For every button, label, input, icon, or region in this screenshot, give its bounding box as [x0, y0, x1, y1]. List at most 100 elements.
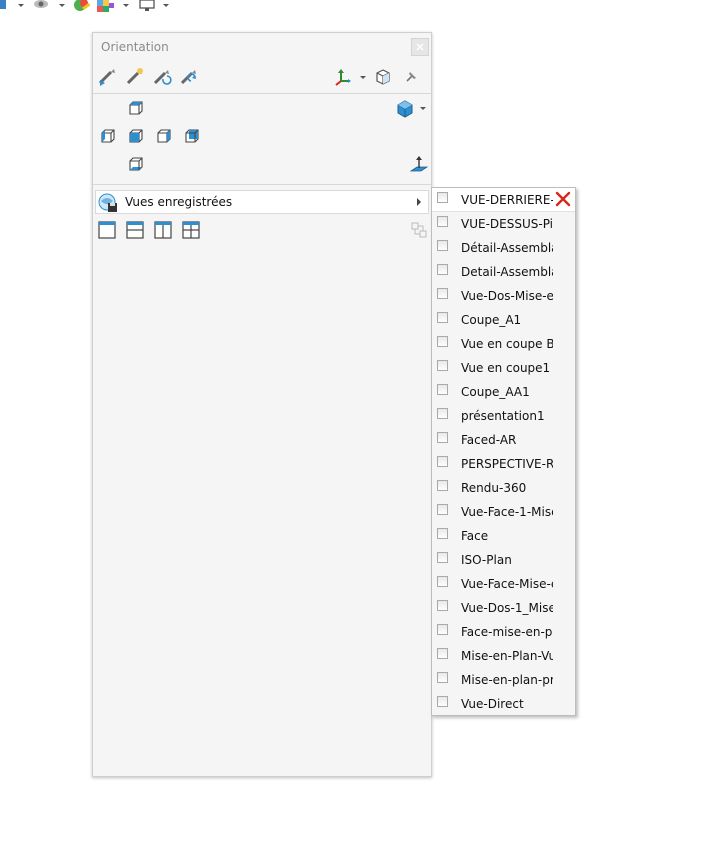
top-toolbar [0, 0, 703, 14]
saved-view-checkbox[interactable] [437, 600, 448, 611]
chevron-down-icon[interactable] [162, 2, 170, 10]
saved-view-item[interactable]: Coupe_AA1 [432, 380, 575, 404]
saved-view-item[interactable]: PERSPECTIVE-REI [432, 452, 575, 476]
saved-view-label: Face-mise-en-pla [461, 625, 553, 639]
chevron-down-icon[interactable] [58, 2, 66, 10]
saved-views-label: Vues enregistrées [125, 195, 233, 209]
saved-view-item[interactable]: VUE-DERRIERE-Pi [432, 188, 575, 212]
saved-view-label: Vue-Face-Mise-e [461, 577, 553, 591]
saved-view-item[interactable]: Face-mise-en-pla [432, 620, 575, 644]
saved-view-item[interactable]: Vue en coupe1 [432, 356, 575, 380]
orientation-panel: Orientation Vues enregistrées [92, 32, 432, 777]
saved-view-checkbox[interactable] [437, 456, 448, 467]
two-view-horizontal-icon[interactable] [125, 220, 145, 240]
saved-view-item[interactable]: Mise-en-Plan-Vu [432, 644, 575, 668]
front-view-icon[interactable] [125, 127, 145, 147]
saved-view-checkbox[interactable] [437, 432, 448, 443]
top-view-icon[interactable] [125, 99, 145, 119]
saved-view-item[interactable]: Vue-Face-1-Mise [432, 500, 575, 524]
saved-view-checkbox[interactable] [437, 312, 448, 323]
saved-view-label: Detail-Assemblag [461, 265, 553, 279]
delete-icon[interactable] [554, 190, 572, 208]
saved-view-checkbox[interactable] [437, 576, 448, 587]
panel-title: Orientation [101, 40, 169, 54]
saved-view-label: PERSPECTIVE-REI [461, 457, 553, 471]
pin-icon[interactable] [401, 67, 421, 87]
update-view-icon[interactable] [125, 67, 145, 87]
saved-view-item[interactable]: ISO-Plan [432, 548, 575, 572]
saved-view-label: Coupe_AA1 [461, 385, 530, 399]
saved-view-item[interactable]: Mise-en-plan-pri [432, 668, 575, 692]
saved-view-checkbox[interactable] [437, 264, 448, 275]
triad-icon[interactable] [333, 67, 353, 87]
saved-view-item[interactable]: Rendu-360 [432, 476, 575, 500]
saved-view-checkbox[interactable] [437, 408, 448, 419]
four-view-icon[interactable] [181, 220, 201, 240]
view-orientation-icon[interactable] [0, 0, 10, 12]
saved-view-checkbox[interactable] [437, 504, 448, 515]
saved-view-label: Vue-Face-1-Mise [461, 505, 553, 519]
saved-view-label: Vue-Direct [461, 697, 524, 711]
saved-view-checkbox[interactable] [437, 624, 448, 635]
refresh-view-icon[interactable] [179, 67, 199, 87]
saved-view-label: Vue-Dos-Mise-en [461, 289, 553, 303]
saved-view-label: VUE-DESSUS-Pièc [461, 217, 553, 231]
saved-view-checkbox[interactable] [437, 240, 448, 251]
new-view-icon[interactable] [97, 67, 117, 87]
saved-view-label: Rendu-360 [461, 481, 527, 495]
saved-view-item[interactable]: Vue-Face-Mise-e [432, 572, 575, 596]
saved-view-item[interactable]: VUE-DESSUS-Pièc [432, 212, 575, 236]
divider [93, 93, 431, 94]
close-button[interactable] [411, 38, 429, 56]
saved-view-checkbox[interactable] [437, 192, 448, 203]
saved-views-icon [98, 193, 117, 212]
saved-view-item[interactable]: Détail-Assemblag [432, 236, 575, 260]
saved-view-checkbox[interactable] [437, 552, 448, 563]
saved-view-checkbox[interactable] [437, 648, 448, 659]
saved-view-item[interactable]: Faced-AR [432, 428, 575, 452]
saved-view-item[interactable]: présentation1 [432, 404, 575, 428]
right-view-icon[interactable] [153, 127, 173, 147]
saved-view-checkbox[interactable] [437, 672, 448, 683]
cube-view-icon[interactable] [373, 67, 393, 87]
saved-view-checkbox[interactable] [437, 216, 448, 227]
saved-view-item[interactable]: Vue-Direct [432, 692, 575, 715]
chevron-right-icon [417, 198, 421, 206]
saved-view-checkbox[interactable] [437, 696, 448, 707]
scene-icon[interactable] [96, 0, 116, 12]
chevron-down-icon[interactable] [122, 2, 130, 10]
saved-view-item[interactable]: Detail-Assemblag [432, 260, 575, 284]
reset-views-icon[interactable] [152, 67, 172, 87]
edit-appearance-icon[interactable] [72, 0, 92, 12]
chevron-down-icon[interactable] [419, 105, 427, 113]
saved-view-item[interactable]: Vue-Dos-Mise-en [432, 284, 575, 308]
saved-view-item[interactable]: Coupe_A1 [432, 308, 575, 332]
saved-view-label: Mise-en-Plan-Vu [461, 649, 553, 663]
hide-show-icon[interactable] [32, 0, 50, 12]
saved-view-checkbox[interactable] [437, 336, 448, 347]
saved-view-label: présentation1 [461, 409, 545, 423]
normal-to-icon[interactable] [409, 155, 429, 175]
back-view-icon[interactable] [181, 127, 201, 147]
link-views-icon[interactable] [409, 220, 429, 240]
bottom-view-icon[interactable] [125, 155, 145, 175]
two-view-vertical-icon[interactable] [153, 220, 173, 240]
saved-view-checkbox[interactable] [437, 360, 448, 371]
saved-view-label: Vue-Dos-1_Mise- [461, 601, 553, 615]
saved-view-checkbox[interactable] [437, 384, 448, 395]
saved-view-item[interactable]: Vue en coupe B1 [432, 332, 575, 356]
saved-view-checkbox[interactable] [437, 288, 448, 299]
saved-view-label: Coupe_A1 [461, 313, 522, 327]
single-view-icon[interactable] [97, 220, 117, 240]
saved-view-checkbox[interactable] [437, 480, 448, 491]
saved-views-flyout: VUE-DERRIERE-Pi VUE-DESSUS-Pièc Détail-Ass… [431, 187, 576, 716]
saved-views-row[interactable]: Vues enregistrées [95, 190, 429, 214]
view-selector-cube-icon[interactable] [395, 99, 415, 119]
saved-view-checkbox[interactable] [437, 528, 448, 539]
left-view-icon[interactable] [97, 127, 117, 147]
display-settings-icon[interactable] [138, 0, 156, 12]
saved-view-item[interactable]: Vue-Dos-1_Mise- [432, 596, 575, 620]
chevron-down-icon[interactable] [359, 74, 367, 82]
saved-view-item[interactable]: Face [432, 524, 575, 548]
chevron-down-icon[interactable] [17, 2, 25, 10]
